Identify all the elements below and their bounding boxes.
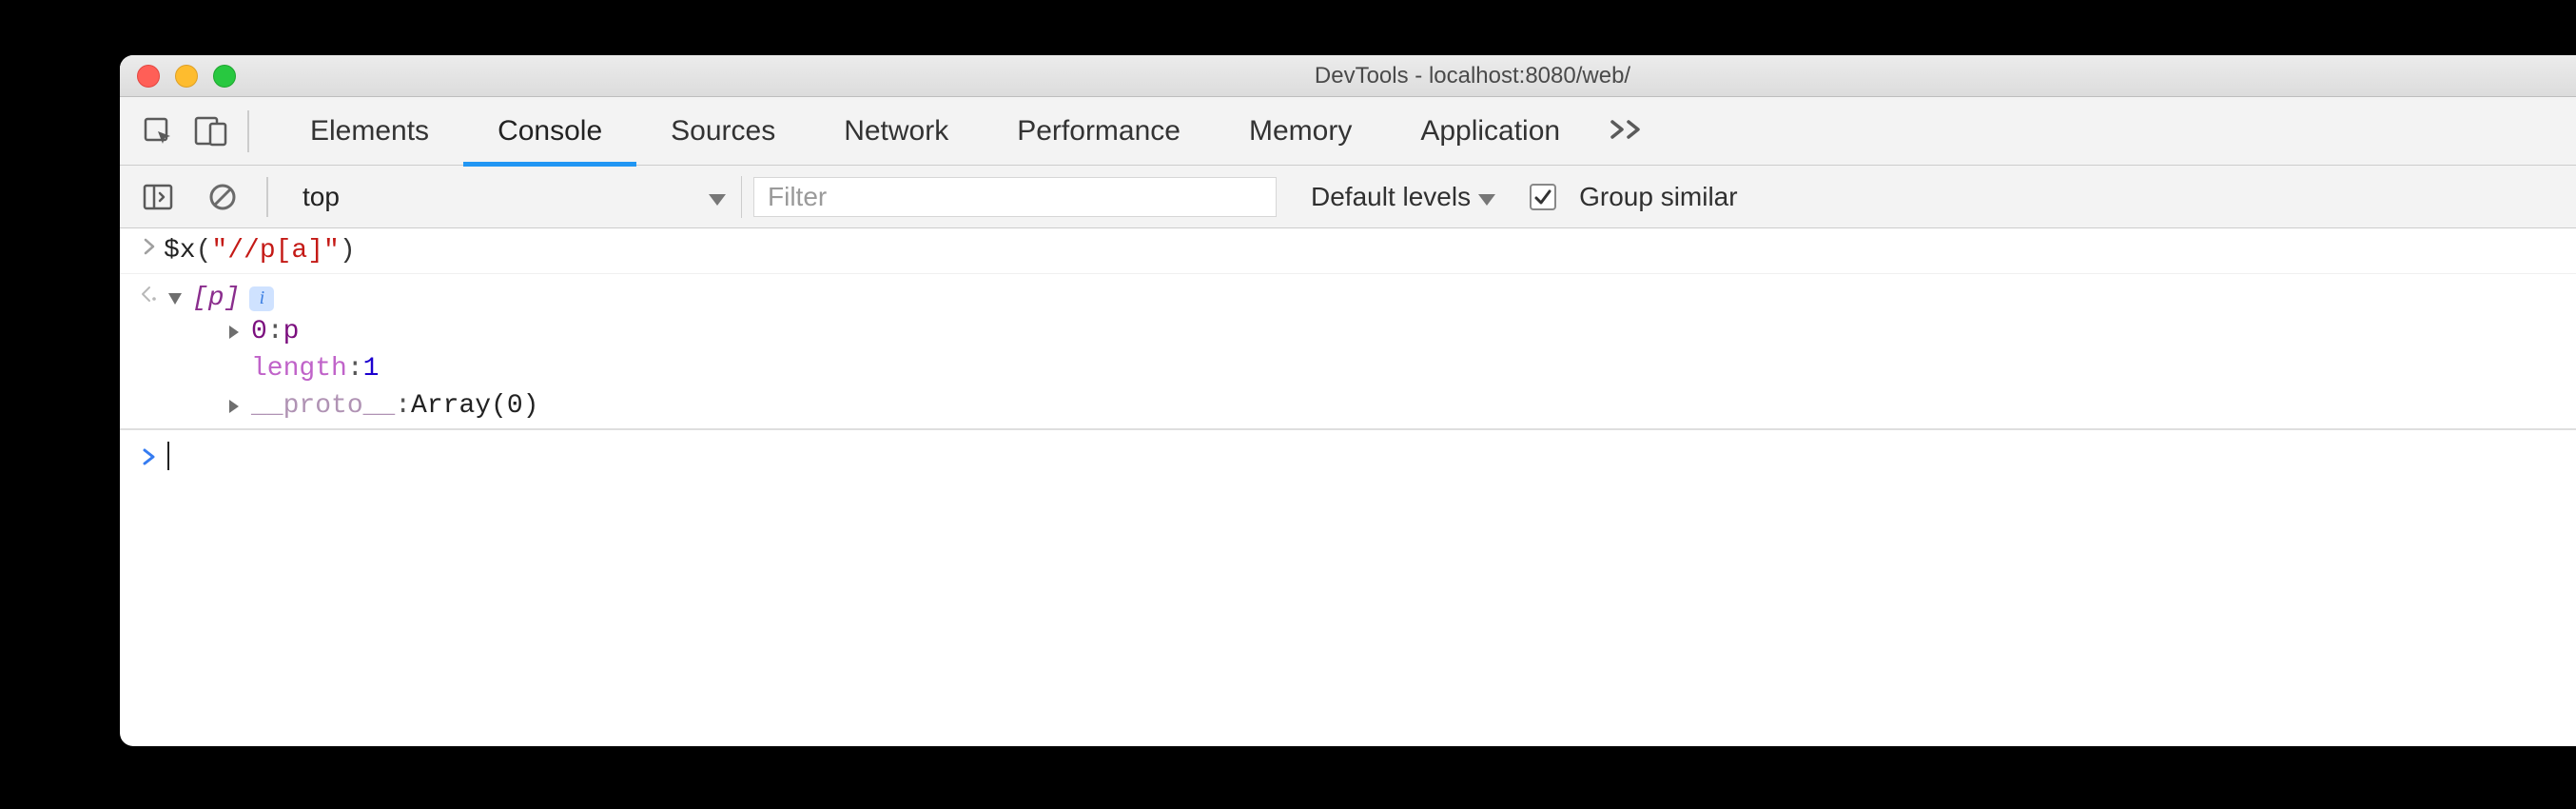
tree-value: p <box>283 317 300 346</box>
array-summary: [p] <box>192 284 240 313</box>
window-controls <box>137 65 236 88</box>
tree-key: 0 <box>251 317 267 346</box>
caret-down-icon <box>1478 182 1495 212</box>
console-result-row: [p] i 0: p length: 1 <box>120 274 2576 428</box>
window-titlebar: DevTools - localhost:8080/web/ <box>120 55 2576 97</box>
input-marker-icon <box>135 236 164 255</box>
device-toolbar-icon[interactable] <box>185 109 238 154</box>
tree-item-proto[interactable]: __proto__: Array(0) <box>223 387 2576 424</box>
tab-label: Performance <box>1017 115 1181 148</box>
tab-label: Network <box>844 115 948 148</box>
tree-key: length <box>251 354 347 384</box>
more-tabs-icon[interactable] <box>1610 116 1644 147</box>
tab-label: Elements <box>310 115 429 148</box>
tab-label: Sources <box>671 115 775 148</box>
tree-key: __proto__ <box>251 391 395 421</box>
fn-name: $x <box>164 236 196 266</box>
disclosure-triangle-icon[interactable] <box>223 325 245 340</box>
devtools-window: DevTools - localhost:8080/web/ Elements … <box>120 55 2576 746</box>
window-title: DevTools - localhost:8080/web/ <box>120 63 2576 89</box>
console-output: $x("//p[a]") [p] i <box>120 228 2576 482</box>
tab-performance[interactable]: Performance <box>983 97 1215 166</box>
group-similar-label: Group similar <box>1579 182 1737 212</box>
tab-console[interactable]: Console <box>463 97 636 166</box>
tree-item-index[interactable]: 0: p <box>223 313 2576 350</box>
filter-input[interactable] <box>753 177 1277 217</box>
divider <box>266 177 268 217</box>
console-input-echo: $x("//p[a]") <box>120 228 2576 274</box>
echoed-expression[interactable]: $x("//p[a]") <box>164 236 356 266</box>
tab-label: Console <box>498 115 602 148</box>
minimize-window-button[interactable] <box>175 65 198 88</box>
inspect-element-icon[interactable] <box>131 109 185 154</box>
fn-arg: "//p[a]" <box>211 236 339 266</box>
tab-network[interactable]: Network <box>810 97 983 166</box>
tree-item-length[interactable]: length: 1 <box>223 350 2576 387</box>
caret-down-icon <box>709 182 726 212</box>
console-prompt[interactable] <box>120 428 2576 482</box>
disclosure-triangle-icon[interactable] <box>223 399 245 414</box>
tab-elements[interactable]: Elements <box>276 97 463 166</box>
levels-label: Default levels <box>1311 182 1471 212</box>
output-marker-icon <box>135 284 164 303</box>
zoom-window-button[interactable] <box>213 65 236 88</box>
result-summary-row[interactable]: [p] i <box>164 284 2576 313</box>
tab-label: Application <box>1420 115 1560 148</box>
object-tree: 0: p length: 1 __proto__: Array(0) <box>164 313 2576 424</box>
prompt-marker-icon <box>135 445 164 466</box>
disclosure-triangle-open-icon[interactable] <box>164 292 186 306</box>
tree-value: Array(0) <box>411 391 538 421</box>
info-icon[interactable]: i <box>249 286 274 311</box>
text-cursor <box>167 442 169 470</box>
panel-tabbar: Elements Console Sources Network Perform… <box>120 97 2576 166</box>
console-toolbar: top Default levels Group similar <box>120 166 2576 228</box>
tab-memory[interactable]: Memory <box>1215 97 1386 166</box>
tree-value: 1 <box>363 354 380 384</box>
log-levels-selector[interactable]: Default levels <box>1311 182 1495 212</box>
console-sidebar-toggle-icon[interactable] <box>131 174 185 220</box>
group-similar-checkbox[interactable] <box>1530 184 1556 210</box>
clear-console-icon[interactable] <box>196 174 249 220</box>
divider <box>247 110 249 152</box>
tab-label: Memory <box>1249 115 1352 148</box>
tab-sources[interactable]: Sources <box>636 97 810 166</box>
tab-application[interactable]: Application <box>1386 97 1594 166</box>
execution-context-selector[interactable]: top <box>285 176 742 218</box>
close-window-button[interactable] <box>137 65 160 88</box>
panel-tabs: Elements Console Sources Network Perform… <box>276 97 1594 166</box>
result-tree: [p] i 0: p length: 1 <box>164 284 2576 424</box>
context-value: top <box>302 182 340 212</box>
